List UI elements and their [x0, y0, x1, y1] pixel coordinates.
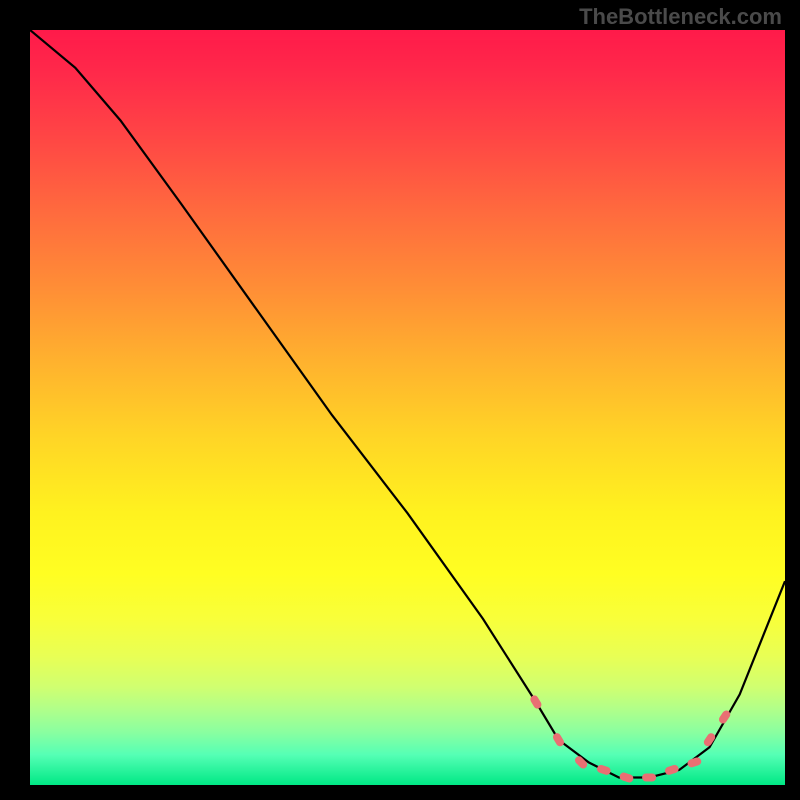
chart-svg — [30, 30, 785, 785]
watermark-text: TheBottleneck.com — [579, 4, 782, 30]
highlight-dots-group — [529, 694, 732, 784]
plot-area — [30, 30, 785, 785]
main-curve — [30, 30, 785, 778]
highlight-dot — [686, 756, 702, 768]
highlight-dot — [573, 755, 589, 771]
highlight-dot — [642, 774, 656, 782]
highlight-dot — [551, 732, 565, 748]
highlight-dot — [596, 764, 612, 776]
highlight-dot — [619, 771, 635, 783]
highlight-dot — [529, 694, 543, 710]
